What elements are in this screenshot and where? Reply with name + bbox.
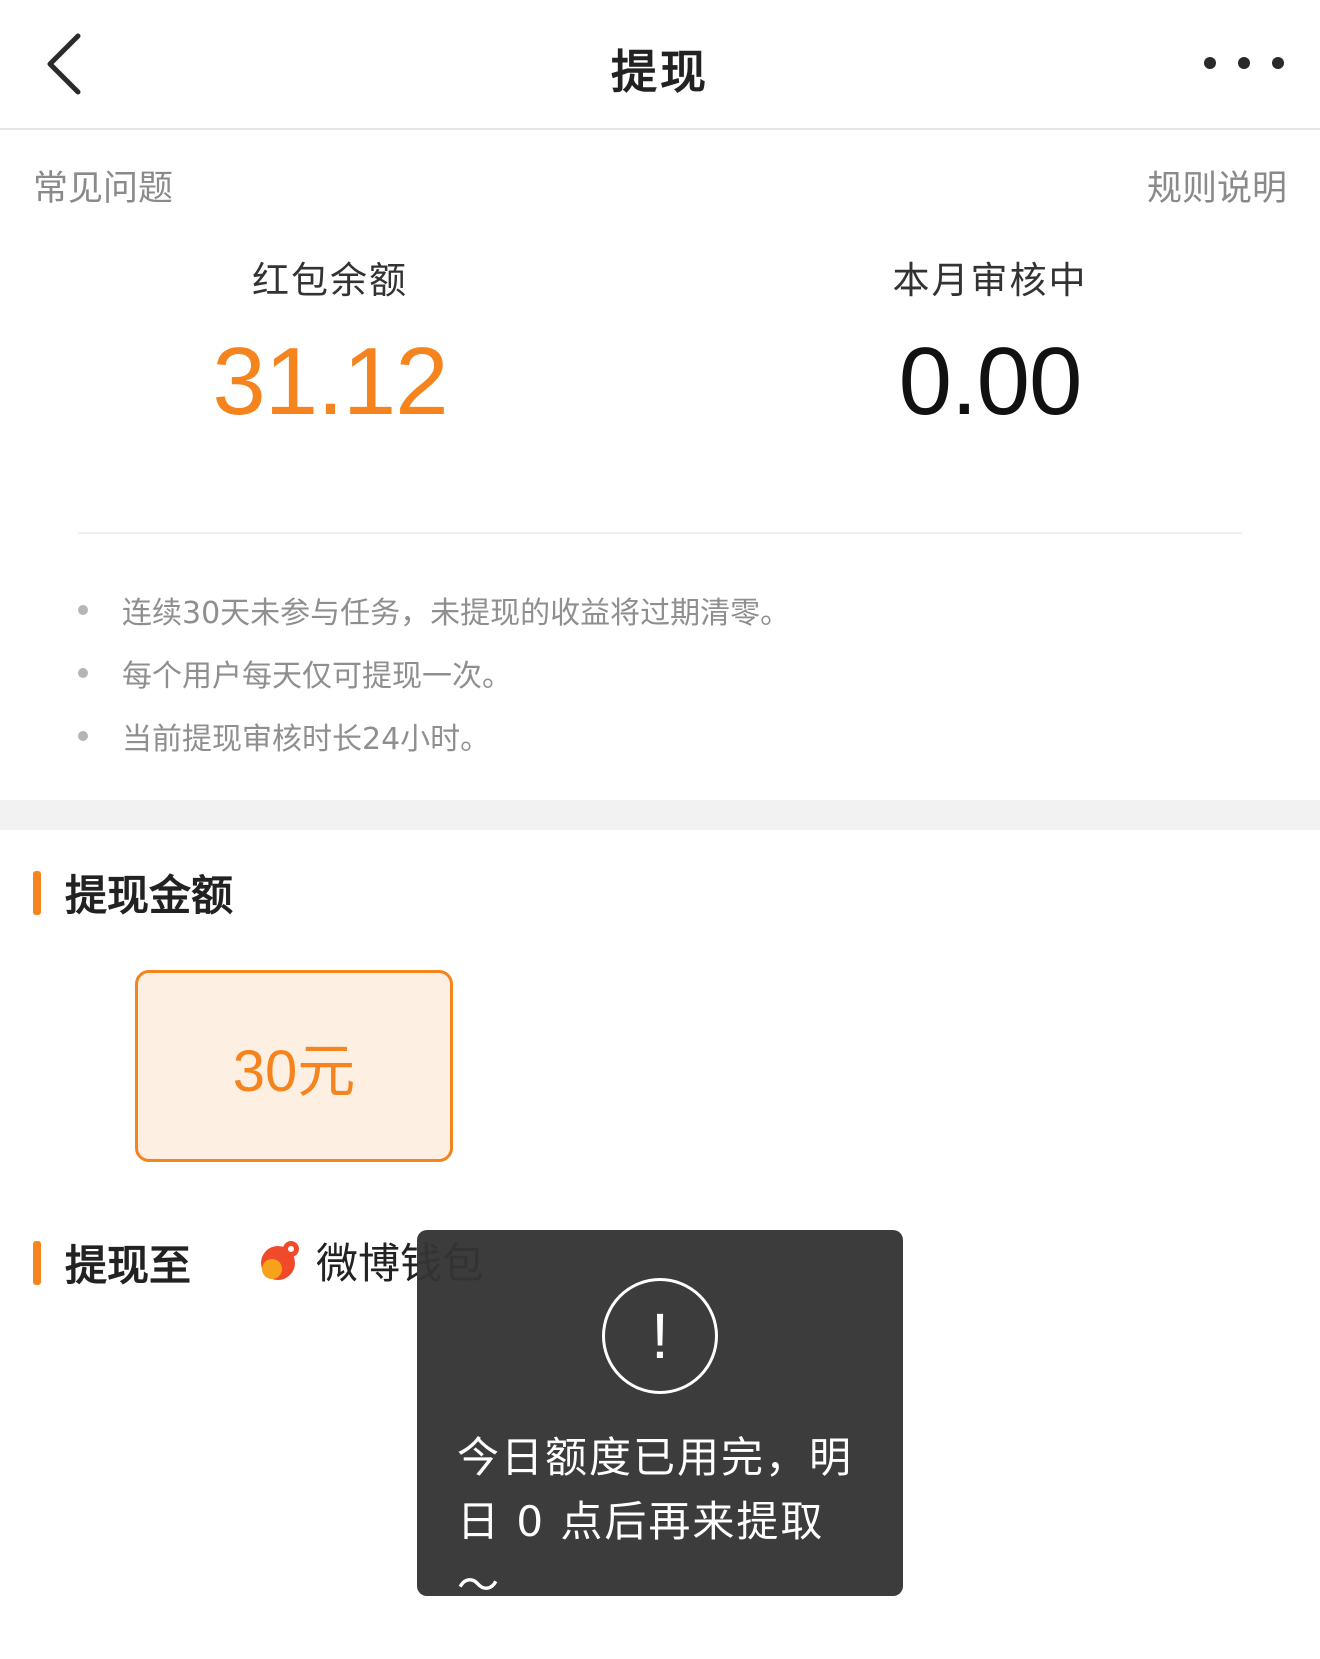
bullet-dot [78,667,88,678]
monthly-reviewing-label: 本月审核中 [892,259,1088,302]
amount-option-30[interactable]: 30元 [135,970,453,1162]
notes-list: 连续30天未参与任务，未提现的收益将过期清零。 每个用户每天仅可提现一次。 当前… [78,578,790,767]
page-title: 提现 [611,45,709,99]
more-button[interactable] [1204,38,1284,88]
divider [78,532,1242,534]
accent-bar [33,870,41,915]
bullet-dot [78,730,88,741]
red-packet-balance: 红包余额 31.12 [110,250,550,432]
weibo-wallet-icon [261,1240,299,1280]
withdraw-page: 提现 常见问题 规则说明 红包余额 31.12 本月审核中 0.00 连续30天… [0,0,1320,1659]
note-text: 每个用户每天仅可提现一次。 [122,658,512,694]
rules-link[interactable]: 规则说明 [1147,160,1287,211]
accent-bar [33,1240,41,1285]
more-horizontal-icon [1204,57,1284,69]
list-item: 当前提现审核时长24小时。 [78,704,790,767]
monthly-reviewing-value: 0.00 [898,328,1083,435]
amount-section-header: 提现金额 [33,862,233,923]
note-text: 当前提现审核时长24小时。 [122,721,491,757]
red-packet-balance-label: 红包余额 [252,259,408,302]
bullet-dot [78,604,88,615]
amount-section-title: 提现金额 [65,871,234,920]
toast-message: 今日额度已用完，明日 0 点后再来提取～ [457,1433,854,1610]
monthly-reviewing: 本月审核中 0.00 [770,250,1210,432]
list-item: 每个用户每天仅可提现一次。 [78,641,790,704]
faq-link[interactable]: 常见问题 [33,160,173,211]
exclamation-circle-icon: ! [602,1278,718,1394]
red-packet-balance-value: 31.12 [212,328,448,435]
amount-option-label: 30元 [232,1039,356,1104]
destination-section-header: 提现至 [33,1232,191,1293]
list-item: 连续30天未参与任务，未提现的收益将过期清零。 [78,578,790,641]
section-separator [0,800,1320,830]
destination-section-title: 提现至 [65,1241,192,1290]
note-text: 连续30天未参与任务，未提现的收益将过期清零。 [122,595,791,631]
toast-dialog: ! 今日额度已用完，明日 0 点后再来提取～ [417,1230,903,1610]
top-nav-bar: 提现 [0,0,1320,130]
